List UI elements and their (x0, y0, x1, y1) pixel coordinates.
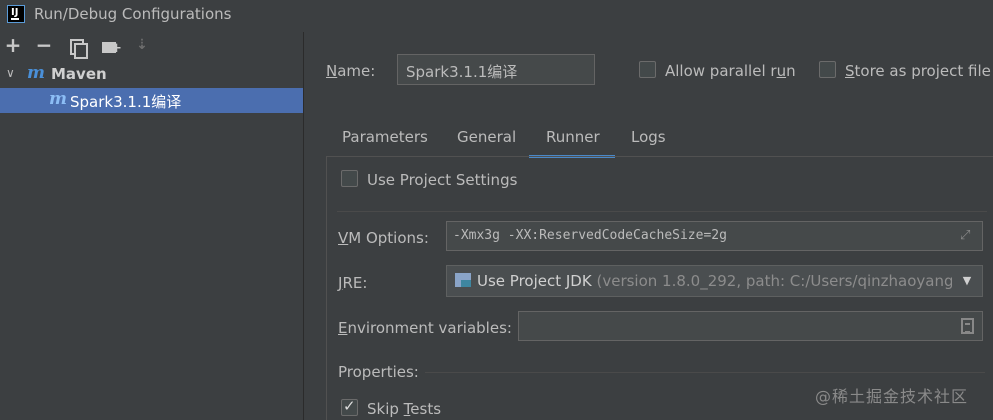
jre-label: JRE: (338, 274, 368, 292)
copy-icon[interactable] (67, 36, 88, 59)
document-icon[interactable] (961, 318, 974, 334)
chevron-down-icon[interactable]: ▼ (952, 266, 982, 296)
store-project-label[interactable]: Store as project file (845, 62, 991, 80)
tree-item-label: Spark3.1.1编译 (70, 93, 182, 111)
title-bar: IJ Run/Debug Configurations (0, 0, 993, 30)
divider (425, 372, 985, 373)
intellij-icon: IJ (7, 5, 25, 23)
configuration-editor: Name: Spark3.1.1编译 Allow parallel run St… (305, 32, 993, 420)
checkmark-icon: ✓ (343, 397, 356, 415)
watermark: @稀土掘金技术社区 (815, 387, 969, 406)
jre-dropdown[interactable]: Use Project JDK (version 1.8.0_292, path… (446, 265, 983, 297)
window-title: Run/Debug Configurations (34, 5, 232, 23)
environment-variables-field[interactable] (518, 311, 983, 341)
minus-icon[interactable]: − (34, 35, 54, 56)
sort-icon[interactable]: ⇣ (132, 36, 152, 56)
maven-icon: m (27, 63, 45, 83)
use-project-settings-checkbox[interactable] (341, 170, 358, 187)
vm-options-value: -Xmx3g -XX:ReservedCodeCacheSize=2g (453, 228, 727, 243)
tree-item-spark[interactable]: m Spark3.1.1编译 (0, 88, 303, 113)
jre-main-text: Use Project JDK (477, 272, 592, 290)
tab-parameters[interactable]: Parameters (342, 128, 428, 146)
properties-label: Properties: (338, 363, 419, 381)
divider (337, 211, 987, 212)
tab-bar: Parameters General Runner Logs (326, 124, 986, 158)
name-label: Name: (326, 62, 376, 80)
skip-tests-label[interactable]: Skip Tests (367, 400, 441, 418)
vm-options-label: VM Options: (338, 229, 429, 247)
maven-icon: m (49, 89, 67, 109)
runner-panel: Use Project Settings VM Options: -Xmx3g … (326, 156, 993, 420)
allow-parallel-label[interactable]: Allow parallel run (665, 62, 796, 80)
new-folder-icon[interactable] (100, 36, 122, 58)
store-project-checkbox[interactable] (819, 61, 836, 78)
tab-runner[interactable]: Runner (546, 128, 600, 146)
configurations-sidebar: + − ⇣ ∨ m Maven m Spark3.1.1编译 (0, 32, 304, 420)
use-project-settings-label[interactable]: Use Project Settings (367, 171, 517, 189)
jre-detail-text: (version 1.8.0_292, path: C:/Users/qinzh… (596, 272, 976, 290)
tab-general[interactable]: General (457, 128, 516, 146)
sidebar-toolbar: + − ⇣ (0, 32, 304, 60)
plus-icon[interactable]: + (3, 35, 23, 56)
environment-variables-label: Environment variables: (338, 319, 512, 337)
skip-tests-checkbox[interactable]: ✓ (341, 397, 358, 416)
name-field[interactable]: Spark3.1.1编译 (397, 54, 595, 85)
expand-icon[interactable]: ⤢ (960, 228, 974, 243)
tab-logs[interactable]: Logs (631, 128, 666, 146)
tree-group-label: Maven (51, 65, 107, 83)
chevron-down-icon[interactable]: ∨ (6, 66, 18, 80)
allow-parallel-checkbox[interactable] (639, 61, 656, 78)
tree-group-maven[interactable]: ∨ m Maven (0, 62, 303, 87)
jdk-folder-icon (455, 273, 471, 287)
vm-options-field[interactable]: -Xmx3g -XX:ReservedCodeCacheSize=2g ⤢ (446, 221, 983, 251)
